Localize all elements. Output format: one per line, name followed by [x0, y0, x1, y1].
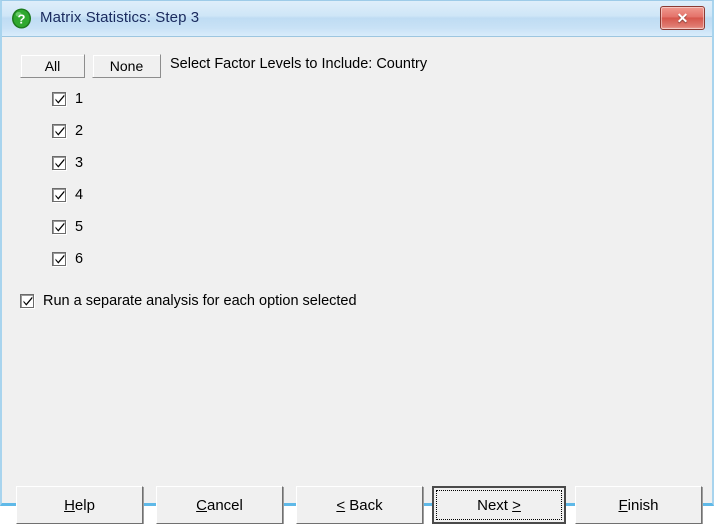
- select-none-button[interactable]: None: [92, 54, 161, 78]
- factor-level-label: 4: [75, 187, 84, 203]
- separate-analysis-checkbox[interactable]: Run a separate analysis for each option …: [20, 292, 357, 310]
- next-label: Next: [477, 496, 513, 514]
- factor-level-label: 2: [75, 123, 84, 139]
- cancel-button[interactable]: Cancel: [156, 486, 283, 524]
- help-label: elp: [74, 496, 95, 514]
- select-all-label: All: [44, 58, 61, 74]
- svg-text:?: ?: [18, 11, 26, 26]
- back-label: Back: [345, 496, 383, 514]
- question-mark-icon: ?: [11, 8, 32, 29]
- dialog-body: All None Select Factor Levels to Include…: [2, 37, 712, 524]
- checkbox-icon: [52, 92, 66, 106]
- back-accel: <: [336, 496, 346, 514]
- factor-level-checkbox-2[interactable]: 2: [52, 122, 83, 140]
- back-button[interactable]: < Back: [296, 486, 423, 524]
- factor-level-checkbox-1[interactable]: 1: [52, 90, 83, 108]
- factor-level-checkbox-5[interactable]: 5: [52, 218, 83, 236]
- separate-analysis-label: Run a separate analysis for each option …: [43, 293, 357, 309]
- select-none-label: None: [109, 58, 144, 74]
- checkbox-icon: [52, 220, 66, 234]
- close-button[interactable]: ✕: [660, 6, 705, 30]
- dialog-window: ? Matrix Statistics: Step 3 ✕ All None S…: [0, 0, 714, 524]
- finish-button[interactable]: Finish: [575, 486, 702, 524]
- next-accel: >: [512, 496, 521, 514]
- select-all-button[interactable]: All: [20, 54, 85, 78]
- factor-level-label: 3: [75, 155, 84, 171]
- checkbox-icon: [52, 124, 66, 138]
- factor-level-label: 1: [75, 91, 84, 107]
- title-bar[interactable]: ? Matrix Statistics: Step 3 ✕: [2, 1, 712, 37]
- factor-level-checkbox-3[interactable]: 3: [52, 154, 83, 172]
- help-button[interactable]: Help: [16, 486, 143, 524]
- factor-level-checkbox-6[interactable]: 6: [52, 250, 83, 268]
- factor-level-label: 6: [75, 251, 84, 267]
- cancel-label: ancel: [206, 496, 243, 514]
- checkbox-icon: [52, 156, 66, 170]
- factor-level-label: 5: [75, 219, 84, 235]
- instruction-label: Select Factor Levels to Include: Country: [170, 56, 428, 72]
- factor-level-checkbox-4[interactable]: 4: [52, 186, 83, 204]
- help-accel: H: [64, 496, 75, 514]
- close-icon: ✕: [676, 10, 689, 26]
- cancel-accel: C: [196, 496, 207, 514]
- next-button[interactable]: Next >: [432, 486, 566, 524]
- checkbox-icon: [52, 188, 66, 202]
- checkbox-icon: [52, 252, 66, 266]
- window-title: Matrix Statistics: Step 3: [40, 9, 200, 26]
- checkbox-icon: [20, 294, 34, 308]
